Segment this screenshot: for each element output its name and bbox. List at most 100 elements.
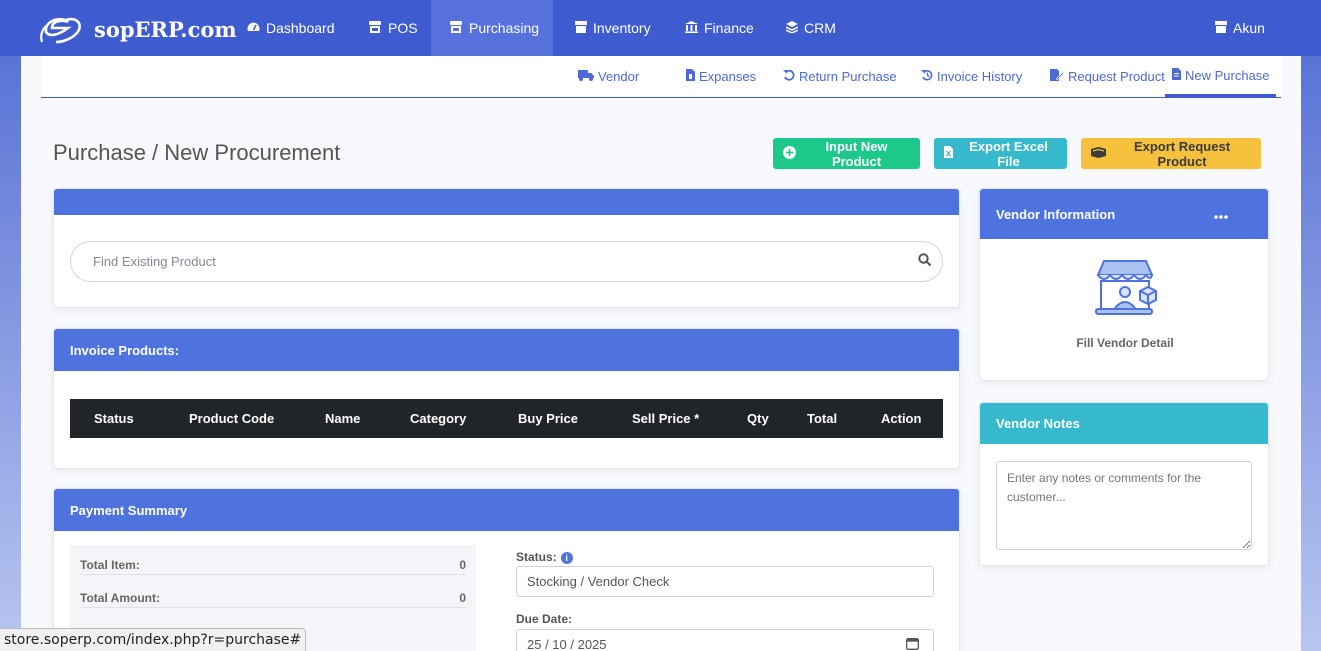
plus-circle-icon [783, 145, 796, 162]
more-options-icon[interactable] [1214, 207, 1228, 222]
subnav-invoice-history[interactable]: Invoice History [921, 56, 1022, 97]
invoice-products-header: Invoice Products: [54, 329, 959, 371]
total-amount-label: Total Amount: [80, 591, 160, 605]
subnav-new-purchase[interactable]: New Purchase [1165, 56, 1276, 97]
nav-crm[interactable]: CRM [768, 0, 854, 56]
due-date-value: 25 / 10 / 2025 [527, 637, 607, 651]
search-card: Find Existing Product [53, 188, 960, 308]
payment-summary-card: Payment Summary Total Item: 0 Total Amou… [53, 488, 960, 651]
subnav-vendor-label: Vendor [598, 69, 640, 84]
total-item-row: Total Item: 0 [80, 545, 466, 575]
edit-file-icon [1050, 69, 1065, 84]
col-status: Status [94, 411, 134, 426]
box-icon [575, 20, 587, 36]
total-amount-value: 0 [459, 591, 466, 605]
box-icon [1215, 20, 1227, 36]
total-amount-row: Total Amount: 0 [80, 578, 466, 608]
subnav-request-product[interactable]: Request Product [1050, 56, 1165, 97]
fill-vendor-detail-label[interactable]: Fill Vendor Detail [980, 336, 1268, 350]
col-category: Category [410, 411, 467, 426]
col-qty: Qty [747, 411, 769, 426]
nav-crm-label: CRM [804, 20, 836, 36]
store-icon [449, 20, 463, 36]
invoice-products-card: Invoice Products: Status Product Code Na… [53, 328, 960, 469]
calendar-icon[interactable] [906, 637, 919, 651]
col-name: Name [325, 411, 361, 426]
store-icon [368, 20, 382, 36]
file-invoice-icon [686, 69, 695, 84]
payment-summary-header: Payment Summary [54, 489, 959, 531]
status-select[interactable]: Stocking / Vendor Check [516, 566, 934, 597]
nav-pos-label: POS [388, 20, 418, 36]
boxes-icon [1091, 146, 1106, 161]
product-search-input[interactable]: Find Existing Product [70, 241, 943, 282]
nav-pos[interactable]: POS [350, 0, 436, 56]
nav-finance[interactable]: Finance [667, 0, 772, 56]
subnav-invoice-history-label: Invoice History [937, 69, 1023, 84]
export-excel-label: Export Excel File [969, 138, 1048, 169]
input-new-product-label: Input New Product [825, 138, 888, 169]
vendor-info-header: Vendor Information [980, 189, 1268, 239]
export-excel-button[interactable]: Export Excel File [934, 138, 1067, 169]
due-date-label: Due Date: [516, 612, 573, 626]
info-icon[interactable]: i [560, 552, 573, 564]
excel-file-icon [944, 146, 953, 161]
col-total: Total [807, 411, 838, 426]
search-card-header [54, 189, 959, 215]
vendor-notes-header: Vendor Notes [980, 403, 1268, 444]
vendor-store-icon[interactable] [1092, 259, 1158, 322]
sub-navbar: Vendor Expanses Return Purchase Invoice … [41, 56, 1281, 98]
input-new-product-button[interactable]: Input New Product [773, 138, 920, 169]
invoice-products-title: Invoice Products: [70, 342, 180, 358]
tachometer-icon [247, 21, 260, 35]
subnav-new-purchase-label: New Purchase [1185, 67, 1270, 83]
vendor-notes-title: Vendor Notes [996, 416, 1080, 431]
subnav-vendor[interactable]: Vendor [578, 56, 639, 97]
file-icon [1172, 67, 1181, 83]
nav-inventory[interactable]: Inventory [557, 0, 669, 56]
search-icon[interactable] [918, 253, 932, 270]
nav-inventory-label: Inventory [593, 20, 651, 36]
page-title: Purchase / New Procurement [53, 140, 341, 165]
undo-icon [783, 69, 795, 84]
col-buy-price: Buy Price [518, 411, 578, 426]
col-product-code: Product Code [189, 411, 275, 426]
layers-icon [785, 20, 799, 36]
top-navbar: sopERP.com Dashboard POS Purchasing Inve… [0, 0, 1321, 56]
history-icon [921, 69, 933, 84]
bank-icon [685, 20, 698, 36]
truck-icon [578, 69, 594, 84]
vendor-notes-textarea[interactable] [996, 461, 1252, 550]
vendor-info-card: Vendor Information Fill Vendor Detail [979, 188, 1269, 381]
payment-summary-title: Payment Summary [70, 502, 188, 518]
status-label: Status: i [516, 550, 573, 564]
nav-purchasing[interactable]: Purchasing [431, 0, 553, 56]
browser-status-bar: store.soperp.com/index.php?r=purchase# [0, 628, 307, 651]
export-request-product-button[interactable]: Export Request Product [1081, 138, 1261, 169]
nav-account-label: Akun [1233, 20, 1265, 36]
nav-dashboard-label: Dashboard [266, 20, 335, 36]
brand-logo-icon [40, 17, 81, 44]
nav-finance-label: Finance [704, 20, 754, 36]
total-item-label: Total Item: [80, 558, 140, 572]
due-date-input[interactable]: 25 / 10 / 2025 [516, 629, 934, 651]
subnav-return-purchase-label: Return Purchase [799, 69, 897, 84]
col-action: Action [881, 411, 922, 426]
nav-dashboard[interactable]: Dashboard [229, 0, 353, 56]
export-request-product-label: Export Request Product [1133, 138, 1231, 169]
search-placeholder: Find Existing Product [93, 254, 216, 269]
vendor-notes-card: Vendor Notes [979, 402, 1269, 566]
subnav-return-purchase[interactable]: Return Purchase [783, 56, 897, 97]
main-container: Vendor Expanses Return Purchase Invoice … [21, 56, 1301, 651]
brand-name: sopERP.com [94, 16, 237, 42]
col-sell-price: Sell Price * [632, 411, 700, 426]
status-label-text: Status: [516, 550, 557, 564]
subnav-request-product-label: Request Product [1068, 69, 1165, 84]
subnav-expanses[interactable]: Expanses [686, 56, 756, 97]
total-item-value: 0 [459, 558, 466, 572]
nav-account[interactable]: Akun [1197, 0, 1283, 56]
vendor-info-title: Vendor Information [996, 206, 1116, 222]
nav-purchasing-label: Purchasing [469, 20, 540, 36]
brand[interactable]: sopERP.com [38, 12, 237, 46]
subnav-expanses-label: Expanses [699, 69, 757, 84]
